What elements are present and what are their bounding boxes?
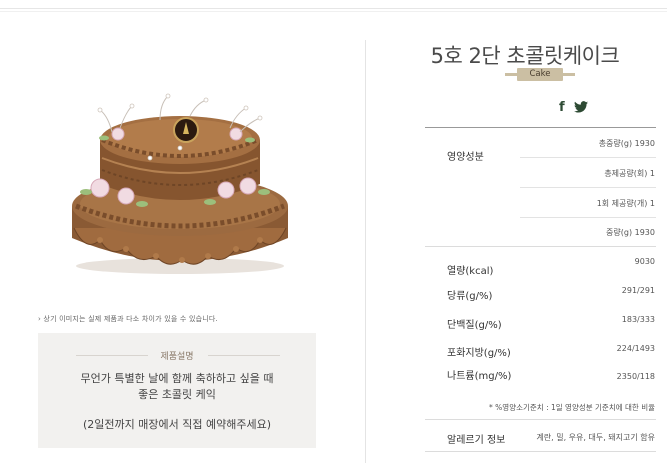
nutrition-table-top-rule	[425, 127, 656, 128]
section-divider	[425, 451, 656, 452]
category-label: Cake	[517, 68, 563, 81]
nutrient-value: 291/291	[621, 286, 655, 295]
top-border	[0, 8, 667, 9]
top-border-secondary	[0, 11, 667, 12]
ribbon-end-right	[563, 73, 575, 76]
title-rule-right	[208, 355, 280, 356]
description-title-row: 제품설명	[38, 349, 316, 362]
nutrient-value: 2350/118	[616, 372, 655, 381]
product-description-box: 제품설명 무언가 특별한 날에 함께 축하하고 싶을 때 좋은 초콜릿 케익 (…	[38, 333, 316, 448]
nutrition-section-label: 영양성분	[447, 152, 484, 163]
column-divider	[365, 40, 366, 463]
row-divider	[520, 217, 656, 218]
nutrient-label: 단백질(g/%)	[447, 320, 502, 331]
nutrient-label: 당류(g/%)	[447, 291, 493, 302]
description-text: 무언가 특별한 날에 함께 축하하고 싶을 때 좋은 초콜릿 케익	[38, 371, 316, 403]
nutrient-label: 나트륨(mg/%)	[447, 371, 512, 382]
reservation-note: (2일전까지 매장에서 직접 예약해주세요)	[83, 418, 271, 431]
section-divider	[425, 419, 656, 420]
description-line: 좋은 초콜릿 케익	[138, 388, 216, 401]
twitter-icon[interactable]	[574, 101, 588, 117]
ribbon-end-left	[505, 73, 517, 76]
nutrient-value: 9030	[634, 257, 655, 266]
nutrient-label: 포화지방(g/%)	[447, 348, 511, 359]
cake-illustration	[72, 93, 288, 274]
category-ribbon: Cake	[505, 68, 575, 81]
allergy-label: 알레르기 정보	[447, 435, 506, 446]
serving-row: 1회 제공량(개) 1	[596, 199, 655, 208]
section-divider	[425, 246, 656, 247]
nutrient-value: 224/1493	[616, 344, 655, 353]
facebook-icon[interactable]: f	[559, 100, 565, 115]
nutrient-value: 183/333	[621, 315, 655, 324]
product-image	[60, 88, 300, 278]
nutrient-label: 열량(kcal)	[447, 266, 494, 277]
serving-row: 총제공량(회) 1	[604, 169, 655, 178]
row-divider	[520, 187, 656, 188]
nutrition-footnote: * %영양소기준치 : 1일 영양성분 기준치에 대한 비율	[489, 403, 655, 412]
row-divider	[520, 157, 656, 158]
product-title: 5호 2단 초콜릿케이크	[430, 44, 620, 68]
serving-row: 총중량(g) 1930	[598, 139, 655, 148]
image-notice: › 상기 이미지는 실제 제품과 다소 차이가 있을 수 있습니다.	[38, 315, 218, 323]
serving-row: 중량(g) 1930	[606, 228, 655, 237]
allergy-value: 계란, 밀, 우유, 대두, 돼지고기 함유	[536, 433, 655, 442]
description-line: 무언가 특별한 날에 함께 축하하고 싶을 때	[80, 372, 274, 385]
